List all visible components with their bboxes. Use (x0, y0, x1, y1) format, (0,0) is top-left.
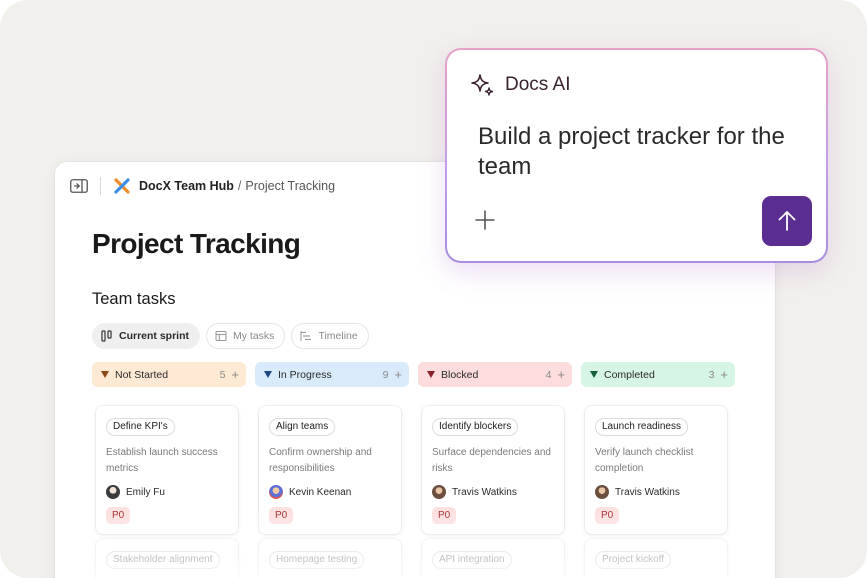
task-card[interactable]: Identify blockers Surface dependencies a… (422, 406, 564, 534)
breadcrumb-separator: / (237, 179, 242, 193)
table-icon (215, 330, 227, 342)
column-count: 5 (219, 368, 226, 381)
column-header[interactable]: Not Started 5 + (92, 362, 246, 387)
board-column-blocked: Blocked 4 + Identify blockers Surface de… (418, 362, 572, 578)
breadcrumb-workspace[interactable]: DocX Team Hub (139, 179, 234, 193)
tab-current-sprint[interactable]: Current sprint (92, 323, 201, 349)
ai-prompt-panel: Docs AI Build a project tracker for the … (445, 48, 828, 263)
plus-icon[interactable] (474, 209, 496, 231)
add-card-button[interactable]: + (394, 368, 402, 381)
task-title: Stakeholder alignment (106, 551, 220, 569)
task-card[interactable]: Launch readiness Verify launch checklist… (585, 406, 727, 534)
avatar (595, 485, 609, 499)
section-title: Team tasks (92, 290, 176, 308)
tab-label: My tasks (233, 330, 275, 342)
ai-prompt-inner: Docs AI Build a project tracker for the … (447, 50, 826, 261)
task-description: Surface dependencies and risks (432, 447, 551, 474)
docx-logo-icon (113, 177, 131, 195)
page-title: Project Tracking (92, 228, 301, 259)
task-card[interactable]: Project kickoff (585, 539, 727, 578)
task-description: Establish launch success metrics (106, 447, 218, 474)
column-name: In Progress (278, 368, 332, 381)
task-card[interactable]: Homepage testing (259, 539, 401, 578)
column-count: 3 (708, 368, 715, 381)
avatar (106, 485, 120, 499)
assignee-name: Kevin Keenan (289, 486, 352, 498)
caret-down-icon (264, 371, 272, 378)
column-count: 9 (382, 368, 389, 381)
priority-badge: P0 (595, 507, 620, 524)
column-header[interactable]: Completed 3 + (581, 362, 735, 387)
column-count: 4 (545, 368, 552, 381)
add-card-button[interactable]: + (720, 368, 728, 381)
column-name: Not Started (115, 368, 169, 381)
priority-badge: P0 (432, 507, 457, 524)
task-card[interactable]: Stakeholder alignment (96, 539, 238, 578)
ai-panel-header: Docs AI (469, 72, 570, 98)
tab-timeline[interactable]: Timeline (291, 323, 369, 349)
breadcrumb-page[interactable]: Project Tracking (245, 179, 335, 193)
ai-prompt-input[interactable]: Build a project tracker for the team (478, 122, 798, 182)
task-description: Confirm ownership and responsibilities (269, 447, 372, 474)
priority-badge: P0 (106, 507, 131, 524)
assignee-name: Travis Watkins (452, 486, 517, 498)
task-title: Homepage testing (269, 551, 365, 569)
task-title: Launch readiness (595, 418, 688, 436)
assignee-name: Emily Fu (126, 486, 165, 498)
column-name: Completed (604, 368, 655, 381)
canvas: DocX Team Hub / Project Tracking Project… (0, 0, 867, 578)
task-assignee: Emily Fu (106, 485, 228, 499)
assignee-name: Travis Watkins (615, 486, 680, 498)
column-name: Blocked (441, 368, 479, 381)
ai-panel-title: Docs AI (505, 74, 571, 95)
task-card[interactable]: Align teams Confirm ownership and respon… (259, 406, 401, 534)
task-card[interactable]: Define KPI's Establish launch success me… (96, 406, 238, 534)
task-assignee: Kevin Keenan (269, 485, 391, 499)
timeline-icon (300, 331, 312, 341)
task-title: Identify blockers (432, 418, 519, 436)
arrow-up-icon (778, 211, 796, 231)
board-column-completed: Completed 3 + Launch readiness Verify la… (581, 362, 735, 578)
board-columns-icon (101, 330, 112, 342)
caret-down-icon (101, 371, 109, 378)
tab-my-tasks[interactable]: My tasks (206, 323, 286, 349)
add-card-button[interactable]: + (557, 368, 565, 381)
column-header[interactable]: In Progress 9 + (255, 362, 409, 387)
send-prompt-button[interactable] (762, 196, 812, 246)
task-assignee: Travis Watkins (595, 485, 717, 499)
column-header[interactable]: Blocked 4 + (418, 362, 572, 387)
task-assignee: Travis Watkins (432, 485, 554, 499)
board-column-in-progress: In Progress 9 + Align teams Confirm owne… (255, 362, 409, 578)
task-card[interactable]: API integration (422, 539, 564, 578)
task-title: API integration (432, 551, 512, 569)
avatar (432, 485, 446, 499)
sidebar-toggle-icon[interactable] (68, 175, 90, 197)
tab-label: Current sprint (119, 330, 190, 342)
priority-badge: P0 (269, 507, 294, 524)
board-column-not-started: Not Started 5 + Define KPI's Establish l… (92, 362, 246, 578)
sparkle-icon (471, 74, 494, 96)
view-tabs: Current sprint My tasks Timeline (92, 323, 369, 349)
header-divider (100, 177, 101, 195)
avatar (269, 485, 283, 499)
task-description: Verify launch checklist completion (595, 447, 694, 474)
tab-label: Timeline (318, 330, 358, 342)
caret-down-icon (590, 371, 598, 378)
caret-down-icon (427, 371, 435, 378)
task-title: Align teams (269, 418, 336, 436)
add-card-button[interactable]: + (231, 368, 239, 381)
task-title: Project kickoff (595, 551, 672, 569)
task-title: Define KPI's (106, 418, 175, 436)
